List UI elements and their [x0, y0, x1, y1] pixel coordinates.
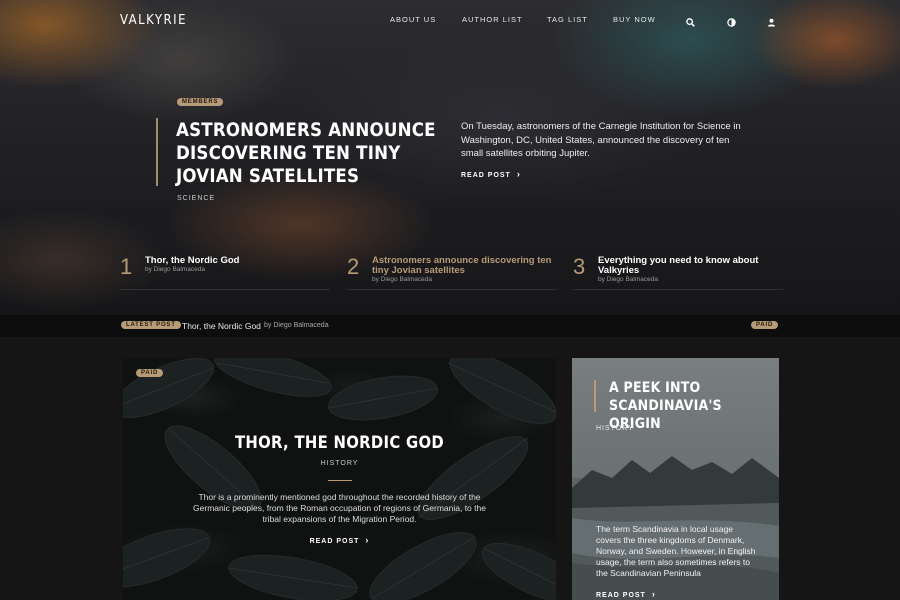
read-post-label: READ POST	[461, 172, 511, 179]
paid-badge: PAID	[751, 321, 779, 329]
card-title[interactable]: THOR, THE NORDIC GOD	[123, 433, 556, 452]
trending-title[interactable]: Astronomers announce discovering ten tin…	[372, 256, 562, 276]
latest-post-byline[interactable]: by Diego Balmaceda	[264, 322, 329, 329]
chevron-right-icon: ›	[365, 535, 370, 545]
nav-about-us[interactable]: ABOUT US	[390, 15, 436, 24]
trending-number: 2	[347, 254, 360, 279]
featured-title[interactable]: ASTRONOMERS ANNOUNCE DISCOVERING TEN TIN…	[176, 119, 446, 188]
card-overlay	[123, 358, 556, 600]
nav-tag-list[interactable]: TAG LIST	[547, 15, 588, 24]
read-post-label: READ POST	[309, 538, 360, 545]
members-badge: MEMBERS	[177, 98, 224, 106]
card-description: The term Scandinavia in local usage cove…	[596, 524, 756, 578]
featured-accent-bar	[156, 118, 158, 186]
read-post-label: READ POST	[596, 592, 646, 599]
post-card-thor[interactable]: PAID THOR, THE NORDIC GOD HISTORY Thor i…	[123, 358, 556, 600]
trending-number: 3	[573, 254, 586, 279]
latest-post-badge: LATEST POST	[121, 321, 181, 329]
latest-post-bar: LATEST POST Thor, the Nordic God by Dieg…	[0, 315, 900, 337]
hero-section: VALKYRIE ABOUT US AUTHOR LIST TAG LIST B…	[0, 0, 900, 315]
site-logo[interactable]: VALKYRIE	[120, 13, 187, 28]
featured-tag[interactable]: SCIENCE	[177, 195, 215, 202]
read-post-button[interactable]: READ POST ›	[123, 535, 556, 545]
trending-byline[interactable]: by Diego Balmaceda	[145, 266, 205, 273]
user-icon[interactable]	[767, 14, 777, 27]
trending-item[interactable]: 2 Astronomers announce discovering ten t…	[347, 252, 557, 290]
trending-byline[interactable]: by Diego Balmaceda	[598, 276, 658, 283]
latest-post-title[interactable]: Thor, the Nordic God	[182, 321, 261, 331]
search-icon[interactable]	[686, 14, 696, 27]
card-tag[interactable]: HISTORY	[596, 425, 634, 432]
card-divider	[328, 480, 352, 481]
post-card-scandinavia[interactable]: A PEEK INTO SCANDINAVIA'S ORIGIN HISTORY…	[572, 358, 779, 600]
trending-number: 1	[120, 254, 133, 279]
nav-author-list[interactable]: AUTHOR LIST	[462, 15, 523, 24]
trending-item[interactable]: 3 Everything you need to know about Valk…	[573, 252, 783, 290]
card-accent-bar	[594, 380, 596, 412]
chevron-right-icon: ›	[516, 169, 521, 179]
trending-item[interactable]: 1 Thor, the Nordic God by Diego Balmaced…	[120, 252, 330, 290]
trending-title[interactable]: Everything you need to know about Valkyr…	[598, 256, 788, 276]
theme-toggle-icon[interactable]	[727, 14, 737, 27]
featured-description: On Tuesday, astronomers of the Carnegie …	[461, 121, 741, 159]
trending-byline[interactable]: by Diego Balmaceda	[372, 276, 432, 283]
read-post-button[interactable]: READ POST ›	[596, 589, 656, 599]
nav-buy-now[interactable]: BUY NOW	[613, 15, 656, 24]
paid-badge: PAID	[136, 369, 164, 377]
trending-title[interactable]: Thor, the Nordic God	[145, 256, 335, 266]
card-tag[interactable]: HISTORY	[123, 460, 556, 467]
card-description: Thor is a prominently mentioned god thro…	[193, 492, 486, 524]
featured-read-post-button[interactable]: READ POST ›	[461, 169, 521, 179]
chevron-right-icon: ›	[651, 589, 656, 599]
